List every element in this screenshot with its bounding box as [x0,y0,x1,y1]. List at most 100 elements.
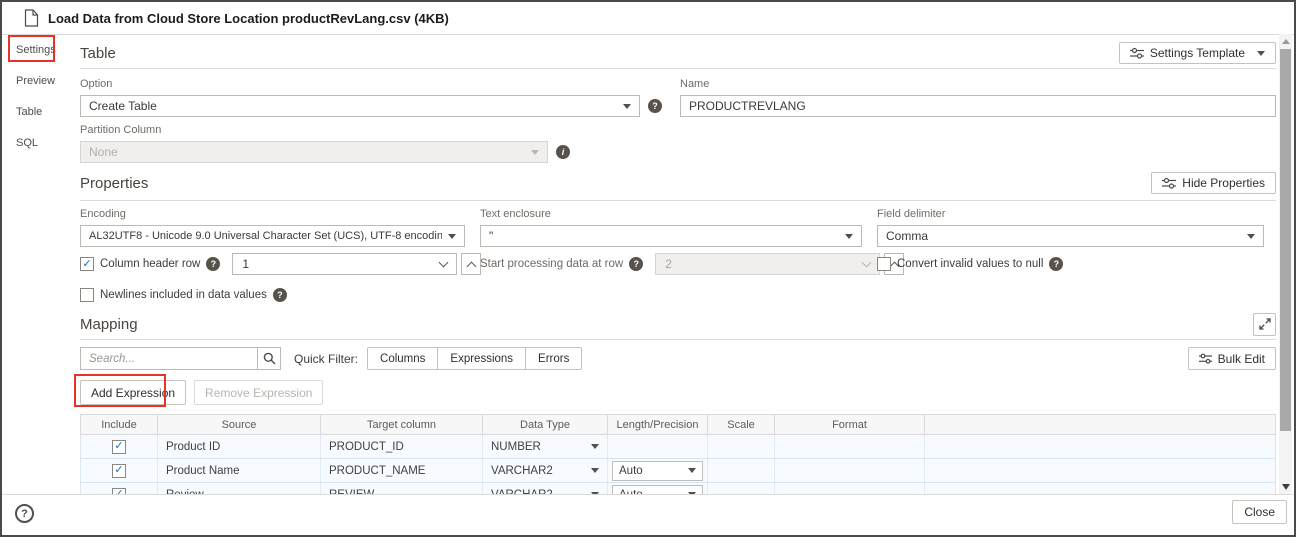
sliders-icon [1162,177,1176,189]
encoding-label: Encoding [80,208,465,220]
header-source: Source [158,415,321,434]
newlines-checkbox[interactable] [80,288,94,302]
convert-invalid-checkbox[interactable] [877,257,891,271]
sidebar-item-settings[interactable]: Settings [2,35,68,66]
chevron-down-icon [688,468,696,473]
mapping-section-header: Mapping [80,312,1276,336]
chevron-up-icon [466,261,476,271]
data-type-dropdown[interactable]: VARCHAR2 [483,459,608,482]
partition-column-label: Partition Column [80,124,580,136]
length-precision-cell [608,435,708,458]
source-cell: Product Name [158,459,321,482]
scroll-down-button[interactable] [1279,479,1292,494]
document-icon [24,9,39,27]
spinner-decrement-icon [862,258,872,268]
length-precision-dropdown[interactable]: Auto [612,461,703,481]
help-icon[interactable]: ? [1049,257,1063,271]
chevron-down-icon [531,150,539,155]
table-section-title: Table [80,45,116,62]
help-button[interactable]: ? [15,504,34,523]
filter-expressions-button[interactable]: Expressions [437,347,526,370]
help-icon[interactable]: ? [206,257,220,271]
encoding-dropdown[interactable]: AL32UTF8 - Unicode 9.0 Universal Charact… [80,225,465,247]
help-icon[interactable]: ? [273,288,287,302]
newlines-group: Newlines included in data values ? [80,284,287,306]
text-enclosure-field-group: Text enclosure " [480,208,862,247]
field-delimiter-dropdown[interactable]: Comma [877,225,1264,247]
include-checkbox[interactable] [112,464,126,478]
mapping-toolbar: Quick Filter: Columns Expressions Errors… [80,347,1276,370]
partition-column-dropdown: None [80,141,548,163]
start-processing-label: Start processing data at row [480,258,623,270]
chevron-down-icon [591,444,599,449]
data-type-dropdown[interactable]: NUMBER [483,435,608,458]
settings-template-button[interactable]: Settings Template [1119,42,1276,64]
sidebar: Settings Preview Table SQL [2,35,68,159]
include-checkbox[interactable] [112,440,126,454]
filter-columns-button[interactable]: Columns [367,347,438,370]
format-cell [775,435,925,458]
chevron-down-icon [1282,484,1290,490]
search-icon [263,352,276,365]
sidebar-item-preview[interactable]: Preview [2,66,68,97]
chevron-down-icon [623,104,631,109]
sidebar-item-table[interactable]: Table [2,97,68,128]
bulk-edit-button[interactable]: Bulk Edit [1188,347,1276,370]
spinner-field[interactable]: 1 [232,253,457,275]
column-header-row-label: Column header row [100,258,200,270]
column-header-row-group: Column header row ? 1 [80,253,481,275]
text-enclosure-label: Text enclosure [480,208,862,220]
properties-section-title: Properties [80,175,148,192]
filter-errors-button[interactable]: Errors [525,347,582,370]
remove-expression-button: Remove Expression [194,380,323,405]
column-header-row-spinner[interactable]: 1 [232,253,481,275]
option-dropdown[interactable]: Create Table [80,95,640,117]
header-include: Include [81,415,158,434]
chevron-down-icon [1257,51,1265,56]
section-divider [80,339,1276,340]
expand-button[interactable] [1253,313,1276,336]
target-column-cell[interactable]: PRODUCT_NAME [321,459,483,482]
section-divider [80,200,1276,201]
help-icon[interactable]: ? [648,99,662,113]
header-length-precision: Length/Precision [608,415,708,434]
name-field-group: Name [680,78,1276,117]
spinner-increment-button[interactable] [461,253,481,275]
encoding-field-group: Encoding AL32UTF8 - Unicode 9.0 Universa… [80,208,465,247]
dialog-title: Load Data from Cloud Store Location prod… [48,11,449,26]
column-header-row-checkbox[interactable] [80,257,94,271]
hide-properties-button[interactable]: Hide Properties [1151,172,1276,194]
chevron-down-icon [591,468,599,473]
search-button[interactable] [257,347,281,370]
convert-invalid-group: Convert invalid values to null ? [877,253,1063,275]
source-cell: Product ID [158,435,321,458]
target-column-cell[interactable]: PRODUCT_ID [321,435,483,458]
table-row: Product ID PRODUCT_ID NUMBER [80,435,1276,459]
scroll-thumb[interactable] [1280,49,1291,431]
load-data-dialog: Load Data from Cloud Store Location prod… [0,0,1296,537]
help-icon[interactable]: ? [629,257,643,271]
info-icon[interactable]: i [556,145,570,159]
chevron-down-icon [845,234,853,239]
header-scale: Scale [708,415,775,434]
option-label: Option [80,78,672,90]
header-data-type: Data Type [483,415,608,434]
close-button[interactable]: Close [1232,500,1287,524]
text-enclosure-dropdown[interactable]: " [480,225,862,247]
table-section-header: Table Settings Template [80,41,1276,65]
section-divider [80,68,1276,69]
sidebar-item-sql[interactable]: SQL [2,128,68,159]
quick-filter-group: Columns Expressions Errors [367,347,582,370]
scrollbar[interactable] [1279,34,1292,494]
add-expression-button[interactable]: Add Expression [80,380,186,405]
start-processing-spinner: 2 [655,253,904,275]
sliders-icon [1130,47,1144,59]
option-field-group: Option Create Table ? [80,78,672,117]
expression-buttons: Add Expression Remove Expression [80,380,323,405]
scroll-up-button[interactable] [1279,34,1292,49]
name-input[interactable] [680,95,1276,117]
field-delimiter-field-group: Field delimiter Comma [877,208,1264,247]
search-input[interactable] [80,347,258,370]
spinner-decrement-icon[interactable] [439,258,449,268]
format-cell [775,459,925,482]
